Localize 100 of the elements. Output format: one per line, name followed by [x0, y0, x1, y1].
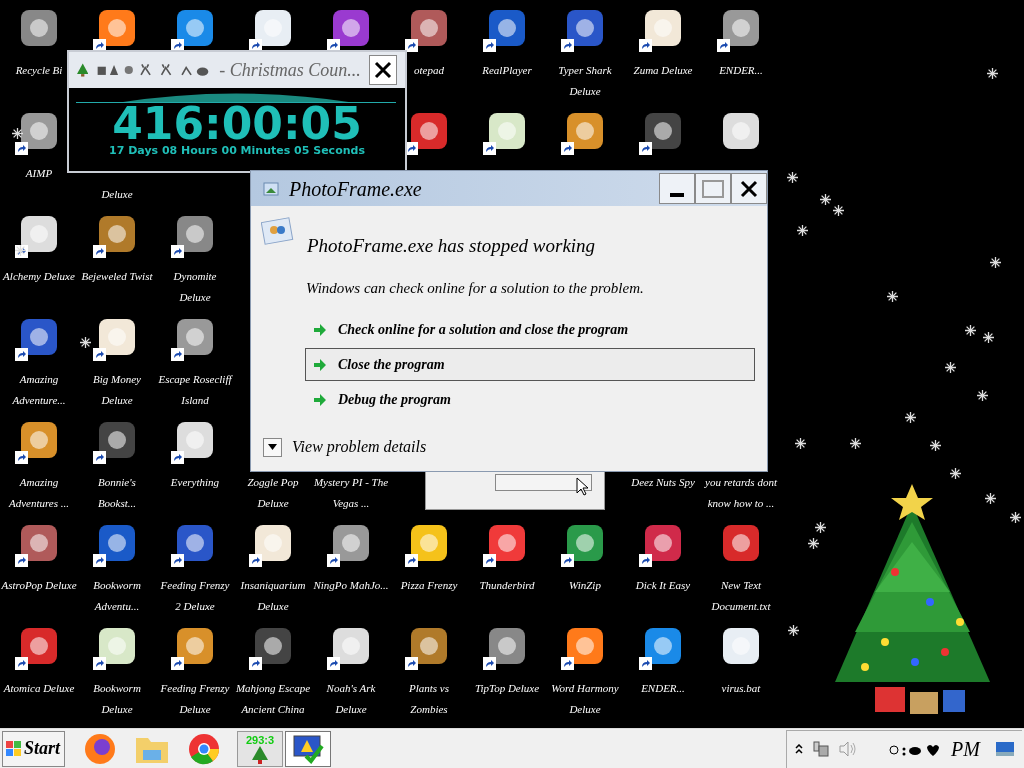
app-icon[interactable]	[19, 420, 59, 460]
shortcut-arrow-icon	[327, 657, 340, 670]
details-link[interactable]: View problem details	[292, 435, 427, 459]
icon-label: otepad	[413, 63, 445, 78]
app-icon[interactable]	[19, 317, 59, 357]
snowflake-icon	[797, 225, 808, 236]
app-icon[interactable]	[175, 420, 215, 460]
shortcut-arrow-icon	[639, 142, 652, 155]
snowflake-icon	[833, 205, 844, 216]
app-icon[interactable]	[97, 420, 137, 460]
app-icon[interactable]	[19, 8, 59, 48]
shortcut-arrow-icon	[171, 657, 184, 670]
app-icon[interactable]	[409, 111, 449, 151]
app-icon[interactable]	[175, 523, 215, 563]
app-icon[interactable]	[643, 111, 683, 151]
app-icon[interactable]	[409, 523, 449, 563]
arrow-icon	[314, 358, 326, 371]
snowflake-icon	[850, 438, 861, 449]
app-icon[interactable]	[643, 8, 683, 48]
app-icon[interactable]	[331, 8, 371, 48]
app-icon[interactable]	[19, 214, 59, 254]
taskbar-button[interactable]	[285, 730, 331, 767]
snowflake-icon	[905, 412, 916, 423]
icon-label: NingPo MahJo...	[313, 578, 389, 593]
chevron-icon[interactable]	[795, 744, 803, 754]
snowflake-icon	[887, 291, 898, 302]
app-icon[interactable]	[409, 8, 449, 48]
snowflake-icon	[12, 128, 23, 139]
app-icon[interactable]	[487, 8, 527, 48]
icon-label: Deluxe	[100, 187, 134, 202]
app-icon[interactable]	[175, 8, 215, 48]
shortcut-arrow-icon	[15, 554, 28, 567]
option-button[interactable]: Check online for a solution and close the program	[305, 313, 755, 346]
app-icon[interactable]	[331, 626, 371, 666]
app-icon[interactable]	[643, 626, 683, 666]
app-icon[interactable]	[721, 8, 761, 48]
arrow-icon	[314, 393, 326, 406]
app-icon[interactable]	[487, 111, 527, 151]
icon-label: Thunderbird	[478, 578, 536, 593]
shortcut-arrow-icon	[639, 554, 652, 567]
app-icon[interactable]	[97, 317, 137, 357]
app-icon[interactable]	[19, 111, 59, 151]
window-title: PhotoFrame.exe	[289, 176, 422, 202]
expand-button[interactable]	[263, 437, 282, 457]
option-button[interactable]: Close the program	[305, 348, 755, 381]
app-icon[interactable]	[487, 626, 527, 666]
snowflake-icon	[990, 257, 1001, 268]
shortcut-arrow-icon	[405, 39, 418, 52]
shortcut-arrow-icon	[93, 451, 106, 464]
app-icon[interactable]	[487, 523, 527, 563]
snowflake-icon	[930, 440, 941, 451]
shortcut-arrow-icon	[15, 657, 28, 670]
close-button[interactable]	[368, 55, 397, 85]
app-icon[interactable]	[565, 8, 605, 48]
shortcut-arrow-icon	[93, 245, 106, 258]
app-icon[interactable]	[175, 626, 215, 666]
app-icon[interactable]	[253, 626, 293, 666]
snowflake-icon	[820, 194, 831, 205]
clock[interactable]: PM	[951, 734, 980, 764]
app-icon[interactable]	[721, 626, 761, 666]
shortcut-arrow-icon	[483, 554, 496, 567]
app-icon[interactable]	[565, 523, 605, 563]
chrome-icon[interactable]	[187, 731, 221, 766]
app-icon[interactable]	[721, 523, 761, 563]
app-icon[interactable]	[565, 626, 605, 666]
start-button[interactable]: Start	[2, 730, 65, 767]
icon-label: Noah's Ark Deluxe	[325, 681, 377, 717]
snowflake-icon	[965, 325, 976, 336]
dialog-button[interactable]	[495, 474, 592, 491]
app-icon[interactable]	[19, 626, 59, 666]
icon-label: TipTop Deluxe	[473, 681, 541, 696]
app-icon[interactable]	[409, 626, 449, 666]
maximize-icon	[702, 179, 724, 198]
firefox-icon[interactable]	[83, 731, 117, 766]
snowflake-icon	[808, 538, 819, 549]
app-icon[interactable]	[565, 111, 605, 151]
snowflake-icon	[787, 172, 798, 183]
shortcut-arrow-icon	[561, 554, 574, 567]
icon-label: Escape Rosecliff Island	[157, 372, 233, 408]
option-button[interactable]: Debug the program	[305, 383, 755, 416]
app-icon[interactable]	[97, 8, 137, 48]
shortcut-arrow-icon	[93, 657, 106, 670]
minimize-button[interactable]	[659, 173, 695, 204]
app-icon[interactable]	[97, 214, 137, 254]
app-icon[interactable]	[253, 8, 293, 48]
snowflake-icon	[80, 337, 91, 348]
app-icon[interactable]	[97, 523, 137, 563]
app-icon[interactable]	[253, 523, 293, 563]
app-icon[interactable]	[643, 523, 683, 563]
network-icon[interactable]	[813, 740, 829, 758]
icon-label: Mahjong Escape Ancient China	[235, 681, 311, 717]
app-icon[interactable]	[19, 523, 59, 563]
app-icon[interactable]	[721, 111, 761, 151]
app-icon[interactable]	[331, 523, 371, 563]
app-icon[interactable]	[175, 214, 215, 254]
app-icon[interactable]	[175, 317, 215, 357]
app-icon[interactable]	[97, 626, 137, 666]
icon-label: Dick It Easy	[634, 578, 692, 593]
close-button[interactable]	[731, 173, 767, 204]
icon-label: Deez Nuts Spy	[630, 475, 696, 490]
